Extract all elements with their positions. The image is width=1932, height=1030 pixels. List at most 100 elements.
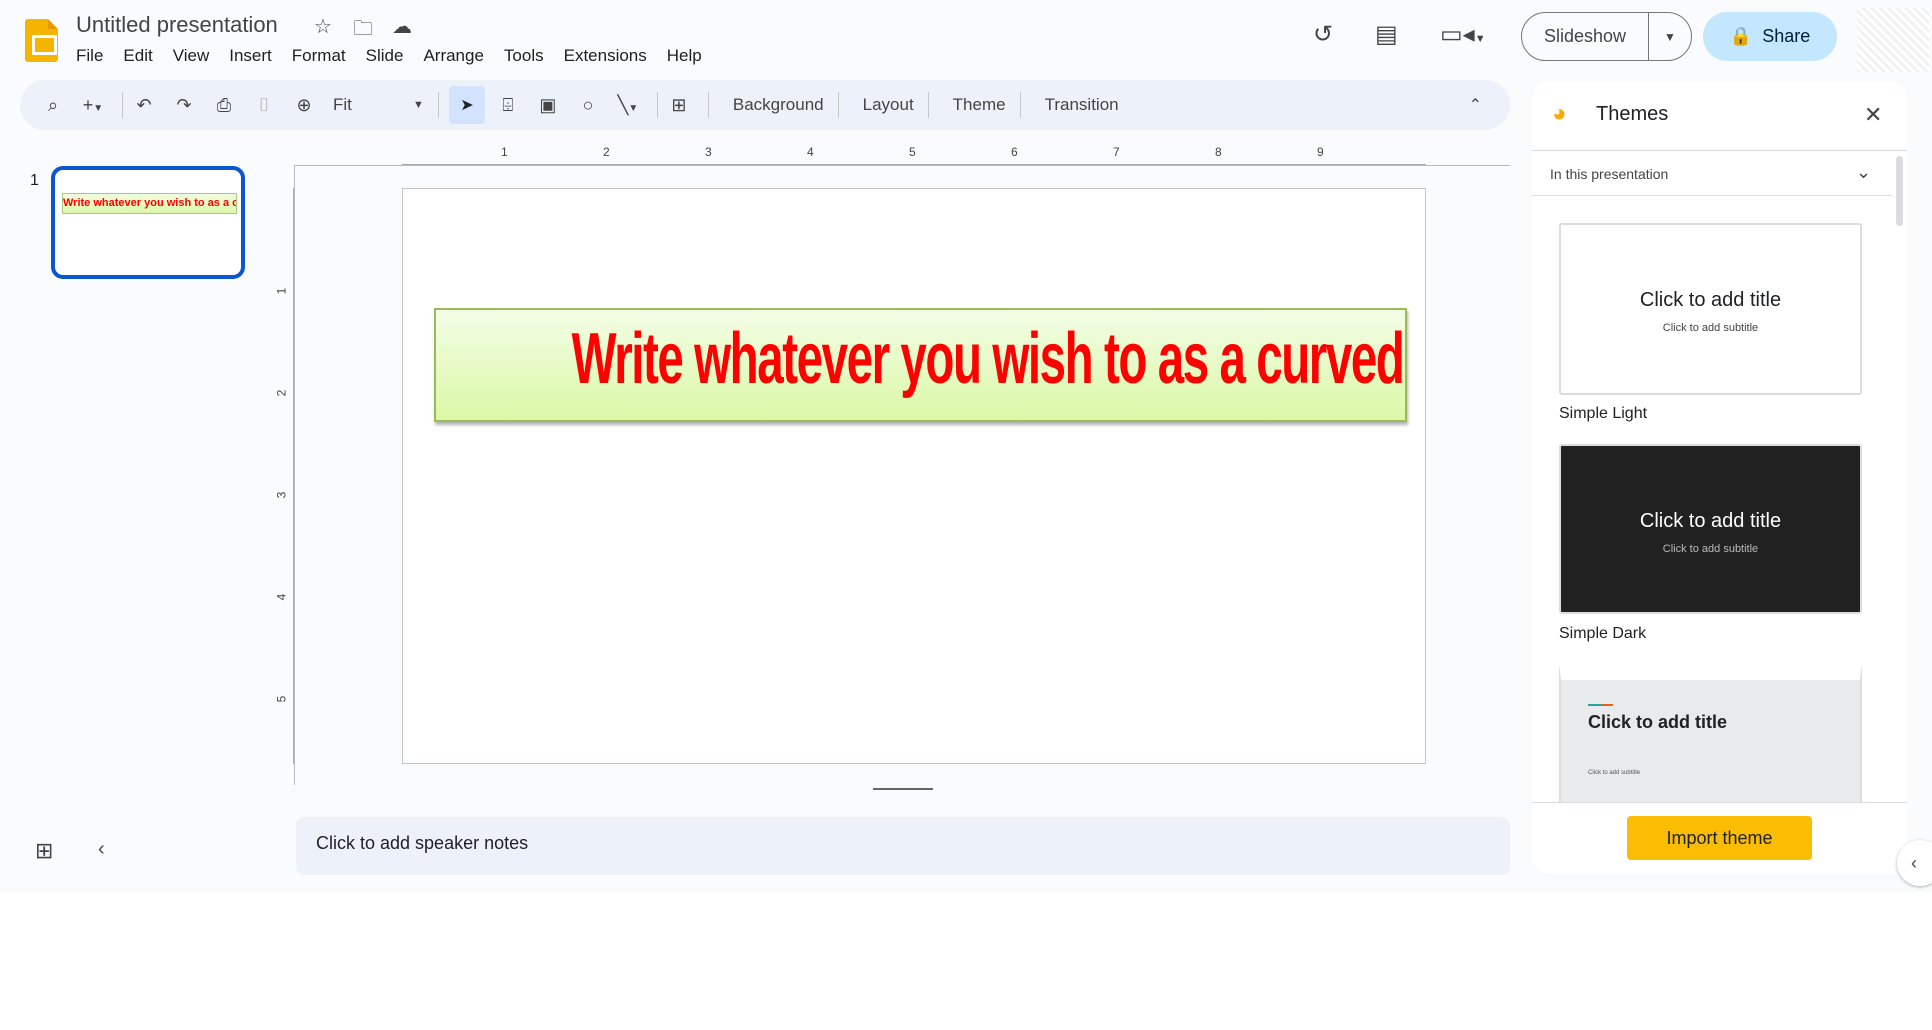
lock-icon: 🔒 bbox=[1729, 26, 1753, 46]
ruler-label: 2 bbox=[274, 389, 289, 397]
side-panel-toggle-icon[interactable]: ‹ bbox=[1897, 840, 1932, 886]
divider bbox=[656, 92, 658, 118]
menu-file[interactable]: File bbox=[76, 46, 113, 66]
menu-arrange[interactable]: Arrange bbox=[423, 46, 493, 66]
notes-resize-handle[interactable] bbox=[873, 788, 933, 790]
theme-card-simple-light[interactable]: Click to add title Click to add subtitle bbox=[1559, 223, 1862, 395]
divider bbox=[437, 92, 439, 118]
shape-icon[interactable]: ○ bbox=[577, 95, 599, 116]
ruler-label: 1 bbox=[274, 287, 289, 295]
new-slide-icon[interactable]: +▼ bbox=[82, 95, 104, 116]
themes-panel: ◕ Themes ✕ In this presentation ⌄ Click … bbox=[1532, 82, 1907, 874]
ruler-label: 5 bbox=[274, 695, 289, 703]
comments-icon[interactable]: ▤ bbox=[1375, 20, 1398, 49]
undo-icon[interactable]: ↶ bbox=[133, 95, 155, 116]
chevron-down-icon: ⌄ bbox=[1856, 162, 1872, 182]
menu-format[interactable]: Format bbox=[292, 46, 356, 66]
meet-camera-icon[interactable]: ▭◂▼ bbox=[1440, 20, 1486, 49]
slides-logo-icon[interactable] bbox=[25, 19, 58, 62]
close-icon[interactable]: ✕ bbox=[1864, 102, 1882, 128]
theme-name: Simple Dark bbox=[1559, 625, 1647, 642]
menu-insert[interactable]: Insert bbox=[229, 46, 282, 66]
divider bbox=[1019, 92, 1021, 118]
theme-preview-subtitle: Click to add subtitle bbox=[1588, 770, 1641, 776]
paint-format-icon[interactable]: ⌷ bbox=[253, 95, 275, 116]
menu-slide[interactable]: Slide bbox=[366, 46, 414, 66]
curved-text-box[interactable]: Write whatever you wish to as a curved t… bbox=[434, 308, 1407, 422]
select-tool-icon[interactable]: ➤ bbox=[448, 86, 485, 124]
speaker-notes[interactable]: Click to add speaker notes bbox=[296, 817, 1510, 875]
palette-icon: ◕ bbox=[1552, 100, 1567, 127]
ruler-label: 4 bbox=[274, 593, 289, 601]
menu-tools[interactable]: Tools bbox=[504, 46, 554, 66]
slide-number: 1 bbox=[30, 172, 39, 189]
divider bbox=[122, 92, 123, 118]
menu-help[interactable]: Help bbox=[667, 46, 712, 66]
ruler-label: 3 bbox=[274, 491, 289, 499]
slide-thumbnail[interactable]: Write whatever you wish to as a curved t… bbox=[51, 166, 245, 279]
vertical-ruler[interactable]: 1 2 3 4 5 bbox=[274, 188, 294, 764]
theme-preview-subtitle: Click to add subtitle bbox=[1662, 322, 1759, 334]
slideshow-dropdown-icon[interactable]: ▼ bbox=[1649, 30, 1691, 44]
zoom-icon[interactable]: ⊕ bbox=[293, 95, 315, 116]
ruler-label: 5 bbox=[909, 145, 916, 159]
menu-edit[interactable]: Edit bbox=[123, 46, 162, 66]
ruler-label: 2 bbox=[603, 145, 610, 159]
print-icon[interactable]: ⎙ bbox=[213, 95, 235, 116]
theme-card-simple-dark[interactable]: Click to add title Click to add subtitle bbox=[1559, 444, 1862, 614]
zoom-dropdown-icon[interactable]: ▼ bbox=[413, 99, 424, 111]
add-comment-icon[interactable]: ⊞ bbox=[668, 95, 690, 116]
insert-image-icon[interactable]: ▣ bbox=[537, 95, 559, 116]
thumbnail-text: Write whatever you wish to as a curved t… bbox=[62, 193, 237, 214]
theme-filter-dropdown[interactable]: In this presentation ⌄ bbox=[1532, 152, 1892, 196]
toolbar: ⌕ +▼ ↶ ↷ ⎙ ⌷ ⊕ Fit ▼ ➤ ⌹ ▣ ○ ╲▼ ⊞ Backgr… bbox=[20, 80, 1510, 130]
menu-bar: File Edit View Insert Format Slide Arran… bbox=[76, 46, 722, 66]
search-menus-icon[interactable]: ⌕ bbox=[42, 95, 64, 116]
ruler-label: 1 bbox=[501, 145, 508, 159]
curved-text[interactable]: Write whatever you wish to as a curved t… bbox=[572, 316, 1405, 400]
ruler-label: 6 bbox=[1011, 145, 1018, 159]
hide-filmstrip-icon[interactable]: ‹ bbox=[98, 838, 105, 861]
line-icon[interactable]: ╲▼ bbox=[617, 95, 639, 116]
theme-preview-title: Click to add title bbox=[1639, 289, 1782, 311]
share-label: Share bbox=[1762, 26, 1811, 46]
text-box-icon[interactable]: ⌹ bbox=[497, 95, 519, 116]
slideshow-label[interactable]: Slideshow bbox=[1522, 13, 1649, 60]
divider bbox=[837, 92, 839, 118]
cloud-saved-icon[interactable]: ☁ bbox=[392, 14, 412, 39]
divider bbox=[707, 92, 709, 118]
themes-header: ◕ Themes ✕ bbox=[1532, 82, 1907, 151]
slideshow-button[interactable]: Slideshow ▼ bbox=[1521, 12, 1692, 61]
layout-button[interactable]: Layout bbox=[849, 95, 928, 115]
star-icon[interactable]: ☆ bbox=[314, 14, 332, 39]
theme-name: Simple Light bbox=[1559, 405, 1648, 422]
theme-preview-title: Click to add title bbox=[1588, 712, 1728, 732]
theme-preview-subtitle: Click to add subtitle bbox=[1662, 543, 1759, 555]
themes-title: Themes bbox=[1596, 103, 1669, 125]
slides-app: Untitled presentation ☆ 🗀 ☁ File Edit Vi… bbox=[0, 0, 1932, 892]
collapse-toolbar-icon[interactable]: ⌃ bbox=[1469, 95, 1482, 115]
move-folder-icon[interactable]: 🗀 bbox=[353, 14, 373, 48]
theme-button[interactable]: Theme bbox=[939, 95, 1020, 115]
scrollbar[interactable] bbox=[1896, 156, 1903, 226]
redo-icon[interactable]: ↷ bbox=[173, 95, 195, 116]
share-button[interactable]: 🔒 Share bbox=[1703, 12, 1837, 61]
avatar[interactable] bbox=[1857, 8, 1929, 72]
grid-view-icon[interactable]: ⊞ bbox=[35, 838, 53, 864]
theme-preview-title: Click to add title bbox=[1639, 510, 1782, 532]
document-title[interactable]: Untitled presentation bbox=[76, 12, 278, 38]
menu-extensions[interactable]: Extensions bbox=[564, 46, 657, 66]
transition-button[interactable]: Transition bbox=[1031, 95, 1133, 115]
ruler-label: 7 bbox=[1113, 145, 1120, 159]
horizontal-ruler[interactable]: 1 2 3 4 5 6 7 8 9 bbox=[402, 145, 1426, 165]
theme-card-third[interactable]: Click to add title Click to add subtitle bbox=[1559, 664, 1862, 824]
import-theme-button[interactable]: Import theme bbox=[1627, 816, 1812, 860]
divider bbox=[927, 92, 929, 118]
theme-filter-label: In this presentation bbox=[1550, 166, 1669, 182]
version-history-icon[interactable]: ↺ bbox=[1313, 20, 1333, 49]
menu-view[interactable]: View bbox=[173, 46, 220, 66]
background-button[interactable]: Background bbox=[719, 95, 838, 115]
ruler-label: 4 bbox=[807, 145, 814, 159]
slide-canvas[interactable]: Write whatever you wish to as a curved t… bbox=[402, 188, 1426, 764]
zoom-select[interactable]: Fit bbox=[333, 95, 413, 115]
